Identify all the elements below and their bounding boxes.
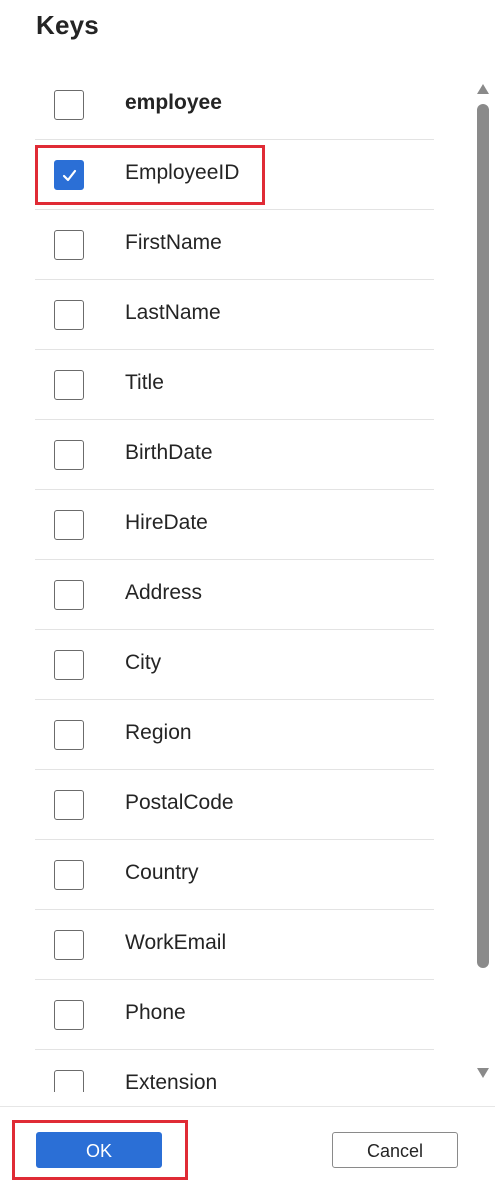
- column-label: Region: [125, 721, 192, 744]
- list-item-city[interactable]: City: [35, 630, 434, 700]
- column-label: Address: [125, 581, 203, 604]
- list-item-extension[interactable]: Extension: [35, 1050, 434, 1092]
- select-all-row[interactable]: employee: [35, 70, 434, 140]
- list-item-region[interactable]: Region: [35, 700, 434, 770]
- column-label: BirthDate: [125, 441, 213, 464]
- ok-button[interactable]: OK: [36, 1132, 162, 1168]
- list-item-phone[interactable]: Phone: [35, 980, 434, 1050]
- column-checkbox[interactable]: [54, 230, 84, 260]
- list-item-country[interactable]: Country: [35, 840, 434, 910]
- column-checkbox[interactable]: [54, 930, 84, 960]
- column-label: PostalCode: [125, 791, 234, 814]
- column-label: Country: [125, 861, 199, 884]
- scrollbar-thumb[interactable]: [477, 104, 489, 968]
- column-checkbox[interactable]: [54, 300, 84, 330]
- check-icon: [62, 169, 77, 182]
- keys-dialog: Keys employee EmployeeID FirstName LastN…: [0, 0, 495, 1190]
- keys-list: employee EmployeeID FirstName LastName T…: [0, 70, 470, 1092]
- column-label: Phone: [125, 1001, 186, 1024]
- column-checkbox[interactable]: [54, 370, 84, 400]
- footer-divider: [0, 1106, 495, 1107]
- column-checkbox[interactable]: [54, 440, 84, 470]
- column-label: LastName: [125, 301, 221, 324]
- list-item-birthdate[interactable]: BirthDate: [35, 420, 434, 490]
- column-checkbox[interactable]: [54, 650, 84, 680]
- list-item-title[interactable]: Title: [35, 350, 434, 420]
- list-scrollbar[interactable]: [474, 78, 492, 1084]
- column-checkbox[interactable]: [54, 1070, 84, 1092]
- list-item-hiredate[interactable]: HireDate: [35, 490, 434, 560]
- column-label: City: [125, 651, 162, 674]
- cancel-button[interactable]: Cancel: [332, 1132, 458, 1168]
- column-checkbox[interactable]: [54, 860, 84, 890]
- list-item-lastname[interactable]: LastName: [35, 280, 434, 350]
- column-checkbox[interactable]: [54, 790, 84, 820]
- table-name-label: employee: [125, 91, 222, 114]
- select-all-checkbox[interactable]: [54, 90, 84, 120]
- list-item-address[interactable]: Address: [35, 560, 434, 630]
- column-label: Title: [125, 371, 164, 394]
- triangle-up-icon[interactable]: [477, 84, 489, 94]
- column-checkbox[interactable]: [54, 580, 84, 610]
- column-label: Extension: [125, 1071, 218, 1092]
- column-label: HireDate: [125, 511, 208, 534]
- column-label: EmployeeID: [125, 161, 240, 184]
- dialog-title: Keys: [36, 10, 99, 40]
- column-checkbox[interactable]: [54, 160, 84, 190]
- list-item-firstname[interactable]: FirstName: [35, 210, 434, 280]
- column-checkbox[interactable]: [54, 510, 84, 540]
- column-checkbox[interactable]: [54, 1000, 84, 1030]
- triangle-down-icon[interactable]: [477, 1068, 489, 1078]
- list-item-postalcode[interactable]: PostalCode: [35, 770, 434, 840]
- list-item-employeeid[interactable]: EmployeeID: [35, 140, 434, 210]
- column-label: WorkEmail: [125, 931, 227, 954]
- column-label: FirstName: [125, 231, 222, 254]
- list-item-workemail[interactable]: WorkEmail: [35, 910, 434, 980]
- column-checkbox[interactable]: [54, 720, 84, 750]
